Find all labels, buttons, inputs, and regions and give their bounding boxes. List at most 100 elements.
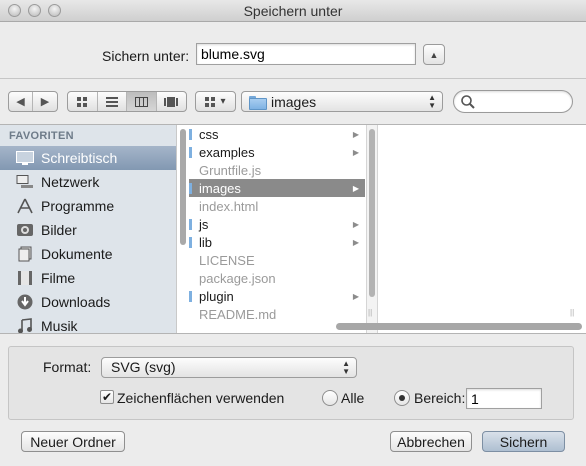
sidebar-item-label: Downloads — [41, 294, 111, 310]
checkmark-icon: ✔ — [101, 390, 113, 404]
file-name: Gruntfile.js — [199, 162, 262, 178]
file-row-readme[interactable]: README.md — [189, 305, 365, 323]
cancel-button[interactable]: Abbrechen — [390, 431, 472, 452]
file-row-examples[interactable]: examples ▶ — [189, 143, 365, 161]
scrollbar-thumb[interactable] — [369, 129, 375, 297]
chevron-up-icon: ▲ — [429, 49, 439, 60]
file-row-js[interactable]: js ▶ — [189, 215, 365, 233]
forward-button[interactable]: ▶ — [33, 92, 57, 111]
location-popup[interactable]: images ▲ ▼ — [241, 91, 443, 112]
range-radio-label: Bereich: — [414, 390, 466, 406]
pictures-icon — [16, 221, 34, 239]
file-name: images — [199, 180, 241, 196]
vertical-scrollbar[interactable] — [179, 127, 187, 331]
folder-icon — [189, 182, 192, 194]
folder-icon — [189, 128, 192, 140]
file-name: lib — [199, 234, 213, 250]
file-row-license[interactable]: LICENSE — [189, 251, 365, 269]
range-input[interactable] — [466, 388, 542, 409]
sidebar-item-applications[interactable]: Programme — [0, 194, 176, 218]
all-radio[interactable] — [322, 390, 338, 406]
view-mode-control — [67, 91, 187, 112]
collapse-dialog-button[interactable]: ▲ — [423, 44, 445, 65]
chevron-right-icon: ▶ — [352, 291, 359, 301]
column-view-button[interactable] — [127, 92, 157, 111]
movies-icon — [16, 269, 34, 287]
column-resize-handle[interactable]: || — [368, 308, 372, 317]
use-artboards-checkbox[interactable]: ✔ — [100, 390, 114, 404]
documents-icon — [16, 245, 34, 263]
chevron-right-icon: ▶ — [352, 237, 359, 247]
range-radio[interactable] — [394, 390, 410, 406]
use-artboards-label: Zeichenflächen verwenden — [117, 390, 285, 406]
scrollbar-thumb[interactable] — [180, 129, 186, 245]
list-view-icon — [105, 96, 118, 107]
sidebar-section-header: FAVORITEN — [9, 130, 74, 142]
folder-icon — [189, 146, 192, 158]
popup-arrows-icon: ▲ ▼ — [342, 359, 350, 376]
save-button[interactable]: Sichern — [482, 431, 565, 452]
file-row-css[interactable]: css ▶ — [189, 125, 365, 143]
format-label: Format: — [43, 359, 92, 375]
popup-arrows-icon: ▲ ▼ — [428, 93, 436, 110]
horizontal-scrollbar-thumb[interactable] — [336, 323, 582, 330]
sidebar-item-label: Dokumente — [41, 246, 113, 262]
sidebar-item-documents[interactable]: Dokumente — [0, 242, 176, 266]
file-name: examples — [199, 144, 255, 160]
location-popup-value: images — [271, 93, 317, 110]
sidebar-item-label: Bilder — [41, 222, 77, 238]
file-row-gruntfile[interactable]: Gruntfile.js — [189, 161, 365, 179]
sidebar-item-label: Schreibtisch — [41, 150, 118, 166]
search-field[interactable] — [453, 90, 573, 113]
arrange-menu-button[interactable]: ▾ — [195, 91, 236, 112]
column-scrollbar[interactable] — [366, 125, 378, 333]
new-folder-button[interactable]: Neuer Ordner — [21, 431, 125, 452]
file-row-package[interactable]: package.json — [189, 269, 365, 287]
folder-icon — [189, 236, 192, 248]
network-icon — [16, 173, 34, 191]
file-row-images[interactable]: images ▶ — [189, 179, 365, 197]
sidebar-item-desktop[interactable]: Schreibtisch — [0, 146, 176, 170]
file-browser: FAVORITEN Schreibtisch Netzwerk Programm… — [0, 124, 586, 334]
column-resize-handle[interactable]: || — [570, 308, 574, 317]
sidebar-item-music[interactable]: Musik — [0, 314, 176, 333]
back-button[interactable]: ◀ — [9, 92, 34, 111]
window-title: Speichern unter — [243, 3, 343, 19]
format-value: SVG (svg) — [111, 359, 176, 375]
sidebar-item-network[interactable]: Netzwerk — [0, 170, 176, 194]
sidebar-item-label: Programme — [41, 198, 115, 214]
file-name: plugin — [199, 288, 234, 304]
save-as-label: Sichern unter: — [102, 48, 190, 64]
folder-icon — [189, 218, 192, 230]
icon-view-icon — [77, 96, 88, 107]
sidebar-item-downloads[interactable]: Downloads — [0, 290, 176, 314]
downloads-icon — [16, 293, 34, 311]
chevron-right-icon: ▶ — [40, 96, 50, 108]
cover-flow-icon — [164, 96, 179, 107]
sidebar: FAVORITEN Schreibtisch Netzwerk Programm… — [0, 125, 176, 333]
list-view-button[interactable] — [98, 92, 127, 111]
file-row-index[interactable]: index.html — [189, 197, 365, 215]
search-icon — [461, 95, 475, 109]
sidebar-item-label: Netzwerk — [41, 174, 100, 190]
cover-flow-view-button[interactable] — [157, 92, 186, 111]
back-forward-control: ◀ ▶ — [8, 91, 58, 112]
format-select[interactable]: SVG (svg) ▲ ▼ — [101, 357, 357, 378]
chevron-left-icon: ◀ — [16, 96, 25, 108]
file-name: LICENSE — [199, 252, 255, 268]
folder-icon — [249, 95, 267, 110]
column-view-icon — [134, 96, 148, 107]
chevron-right-icon: ▶ — [352, 219, 359, 229]
sidebar-item-label: Filme — [41, 270, 76, 286]
file-name: index.html — [199, 198, 259, 214]
sidebar-item-movies[interactable]: Filme — [0, 266, 176, 290]
sidebar-item-pictures[interactable]: Bilder — [0, 218, 176, 242]
file-name: package.json — [199, 270, 276, 286]
chevron-down-icon: ▾ — [220, 96, 226, 107]
file-row-plugin[interactable]: plugin ▶ — [189, 287, 365, 305]
chevron-right-icon: ▶ — [352, 147, 359, 157]
icon-view-button[interactable] — [68, 92, 98, 111]
file-row-lib[interactable]: lib ▶ — [189, 233, 365, 251]
save-as-filename-input[interactable] — [196, 43, 416, 65]
arrange-icon — [205, 96, 216, 107]
